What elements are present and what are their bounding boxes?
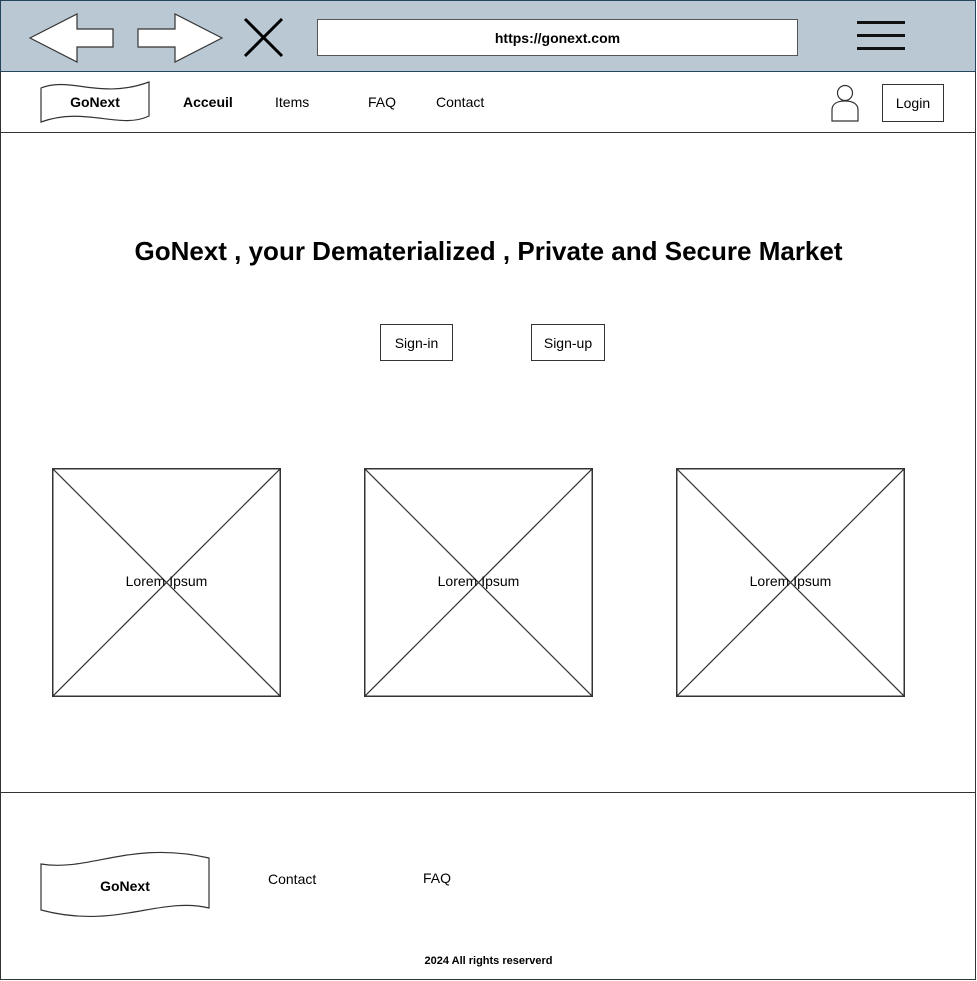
signup-button-label: Sign-up (543, 334, 593, 351)
nav-logo-text: GoNext (70, 94, 120, 110)
nav-link-items[interactable]: Items (275, 94, 309, 110)
hero-title: GoNext , your Dematerialized , Private a… (134, 236, 843, 266)
signup-button[interactable]: Sign-up (531, 324, 605, 361)
signin-button-label: Sign-in (394, 334, 439, 351)
browser-toolbar: https://gonext.com (0, 0, 976, 72)
footer-logo[interactable]: GoNext (40, 848, 212, 924)
nav-link-contact[interactable]: Contact (436, 94, 484, 110)
footer-logo-text: GoNext (100, 878, 150, 894)
nav-logo[interactable]: GoNext (40, 78, 152, 126)
login-button-label: Login (895, 95, 931, 111)
card-label: Lorem Ipsum (437, 573, 520, 589)
footer-link-faq[interactable]: FAQ (423, 870, 451, 886)
image-placeholder-card[interactable]: Lorem Ipsum (52, 468, 281, 697)
signin-button[interactable]: Sign-in (380, 324, 453, 361)
nav-link-acceuil[interactable]: Acceuil (183, 94, 233, 110)
image-placeholder-card[interactable]: Lorem Ipsum (364, 468, 593, 697)
footer-link-contact[interactable]: Contact (268, 871, 316, 887)
image-placeholder-card[interactable]: Lorem Ipsum (676, 468, 905, 697)
copyright-text: 2024 All rights reserverd (424, 955, 553, 967)
user-icon[interactable] (831, 84, 859, 122)
hamburger-menu-icon[interactable] (1, 1, 977, 73)
card-label: Lorem Ipsum (125, 573, 208, 589)
nav-link-faq[interactable]: FAQ (368, 94, 396, 110)
card-label: Lorem Ipsum (749, 573, 832, 589)
login-button[interactable]: Login (882, 84, 944, 122)
